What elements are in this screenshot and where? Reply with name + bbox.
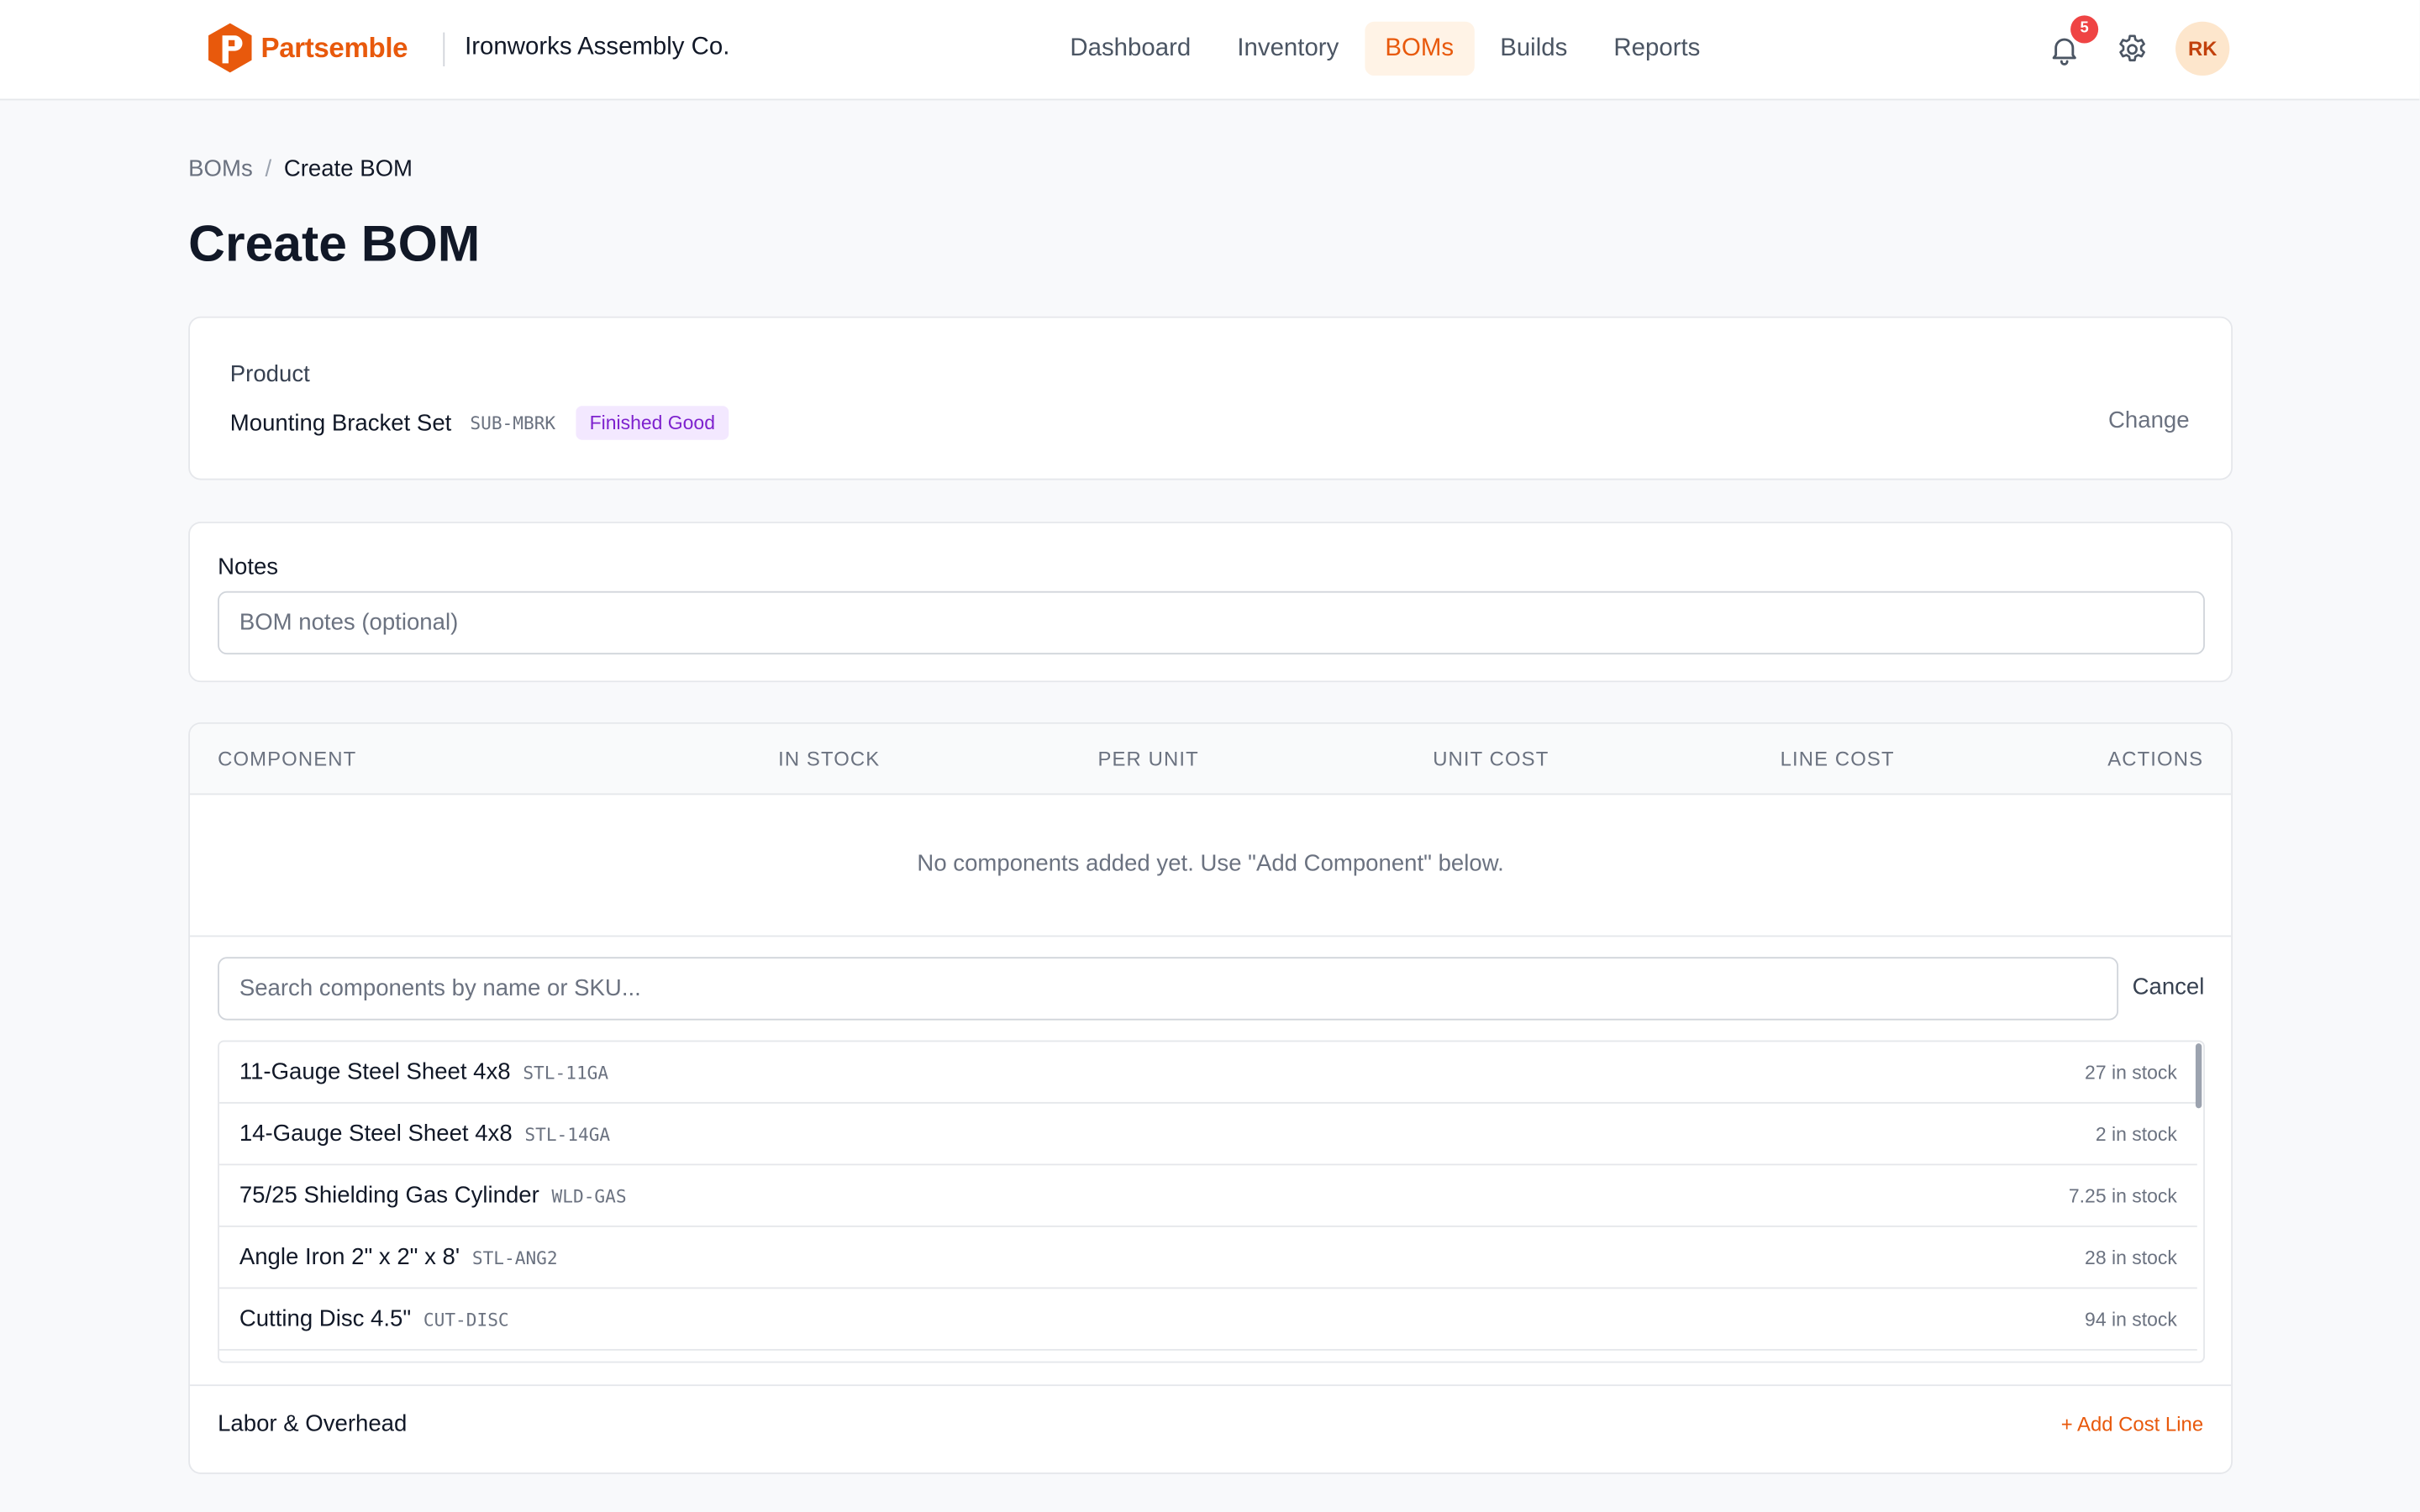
result-name-group: 14-Gauge Steel Sheet 4x8 STL-14GA xyxy=(239,1121,610,1147)
breadcrumb-boms-link[interactable]: BOMs xyxy=(188,156,253,182)
components-card: COMPONENT IN STOCK PER UNIT UNIT COST LI… xyxy=(188,722,2233,1474)
search-results-list[interactable]: 11-Gauge Steel Sheet 4x8 STL-11GA 27 in … xyxy=(218,1040,2205,1363)
brand-name: Partsemble xyxy=(260,31,408,63)
main-nav: Dashboard Inventory BOMs Builds Reports xyxy=(1050,21,1727,76)
notes-label: Notes xyxy=(218,554,279,580)
cancel-search-button[interactable]: Cancel xyxy=(2133,974,2205,1000)
notes-card: Notes BOM notes (optional) xyxy=(188,522,2233,683)
column-header-component: COMPONENT xyxy=(218,747,357,770)
product-name: Mounting Bracket Set xyxy=(229,409,452,437)
user-avatar[interactable]: RK xyxy=(2175,21,2230,76)
product-card: Product Mounting Bracket Set SUB-MBRK Fi… xyxy=(188,316,2233,480)
partsemble-logo-icon xyxy=(208,23,252,73)
nav-boms[interactable]: BOMs xyxy=(1365,21,1474,76)
result-name: 14-Gauge Steel Sheet 4x8 xyxy=(239,1121,513,1147)
result-stock: 94 in stock xyxy=(2085,1309,2177,1331)
page-title: Create BOM xyxy=(188,214,481,272)
table-header: COMPONENT IN STOCK PER UNIT UNIT COST LI… xyxy=(190,723,2232,795)
company-name: Ironworks Assembly Co. xyxy=(465,34,730,60)
column-header-actions: ACTIONS xyxy=(2107,747,2204,770)
results-scrollbar[interactable] xyxy=(2195,1043,2202,1109)
column-header-in-stock: IN STOCK xyxy=(778,747,881,770)
breadcrumb: BOMs / Create BOM xyxy=(188,156,413,182)
page: Partsemble Ironworks Assembly Co. Dashbo… xyxy=(0,0,2420,1512)
product-label: Product xyxy=(229,360,310,388)
result-sku: STL-11GA xyxy=(523,1062,609,1084)
notification-badge: 5 xyxy=(2070,15,2099,44)
breadcrumb-current: Create BOM xyxy=(283,155,413,182)
result-sku: WLD-GAS xyxy=(551,1185,627,1207)
top-bar: Partsemble Ironworks Assembly Co. Dashbo… xyxy=(0,0,2420,101)
labor-label: Labor & Overhead xyxy=(218,1410,408,1437)
result-name: 75/25 Shielding Gas Cylinder xyxy=(239,1182,539,1209)
result-name: 11-Gauge Steel Sheet 4x8 xyxy=(239,1058,511,1085)
result-name-group: Angle Iron 2" x 2" x 8' STL-ANG2 xyxy=(239,1244,558,1270)
labor-section: Labor & Overhead + Add Cost Line xyxy=(190,1384,2232,1473)
result-stock: 2 in stock xyxy=(2095,1123,2177,1146)
result-stock: 28 in stock xyxy=(2085,1247,2177,1269)
result-name-group: Cutting Disc 4.5" CUT-DISC xyxy=(239,1306,509,1332)
product-row: Mounting Bracket Set SUB-MBRK Finished G… xyxy=(229,406,729,440)
list-item[interactable]: 75/25 Shielding Gas Cylinder WLD-GAS 7.2… xyxy=(218,1165,2197,1227)
result-name: Angle Iron 2" x 2" x 8' xyxy=(239,1244,460,1271)
column-header-line-cost: LINE COST xyxy=(1780,747,1895,770)
nav-builds[interactable]: Builds xyxy=(1480,22,1587,76)
list-item[interactable]: Angle Iron 2" x 2" x 8' STL-ANG2 28 in s… xyxy=(218,1227,2197,1289)
result-sku: CUT-DISC xyxy=(423,1309,509,1331)
nav-dashboard[interactable]: Dashboard xyxy=(1050,22,1212,76)
list-item[interactable]: Cutting Disc 4.5" CUT-DISC 94 in stock xyxy=(218,1289,2197,1351)
change-product-button[interactable]: Change xyxy=(2108,407,2190,433)
result-sku: STL-14GA xyxy=(524,1123,611,1146)
nav-inventory[interactable]: Inventory xyxy=(1217,22,1359,76)
empty-state-message: No components added yet. Use "Add Compon… xyxy=(190,795,2232,937)
result-sku: STL-ANG2 xyxy=(471,1247,558,1269)
list-item[interactable]: 11-Gauge Steel Sheet 4x8 STL-11GA 27 in … xyxy=(218,1042,2197,1104)
result-name-group: 11-Gauge Steel Sheet 4x8 STL-11GA xyxy=(239,1059,608,1085)
result-stock: 27 in stock xyxy=(2085,1062,2177,1084)
brand-divider xyxy=(443,32,445,67)
result-stock: 7.25 in stock xyxy=(2068,1185,2177,1207)
add-cost-line-button[interactable]: + Add Cost Line xyxy=(2061,1412,2203,1436)
component-search-input[interactable]: Search components by name or SKU... xyxy=(218,957,2119,1021)
breadcrumb-separator: / xyxy=(265,155,272,182)
result-name-group: 75/25 Shielding Gas Cylinder WLD-GAS xyxy=(239,1183,627,1209)
result-name: Cutting Disc 4.5" xyxy=(239,1305,412,1332)
nav-reports[interactable]: Reports xyxy=(1594,22,1721,76)
gear-icon[interactable] xyxy=(2115,33,2149,66)
column-header-per-unit: PER UNIT xyxy=(1097,747,1199,770)
notes-input[interactable]: BOM notes (optional) xyxy=(218,591,2205,655)
column-header-unit-cost: UNIT COST xyxy=(1433,747,1549,770)
list-item[interactable]: 14-Gauge Steel Sheet 4x8 STL-14GA 2 in s… xyxy=(218,1104,2197,1166)
product-sku: SUB-MBRK xyxy=(470,412,556,434)
product-type-badge: Finished Good xyxy=(576,406,729,440)
brand[interactable]: Partsemble xyxy=(207,22,408,74)
